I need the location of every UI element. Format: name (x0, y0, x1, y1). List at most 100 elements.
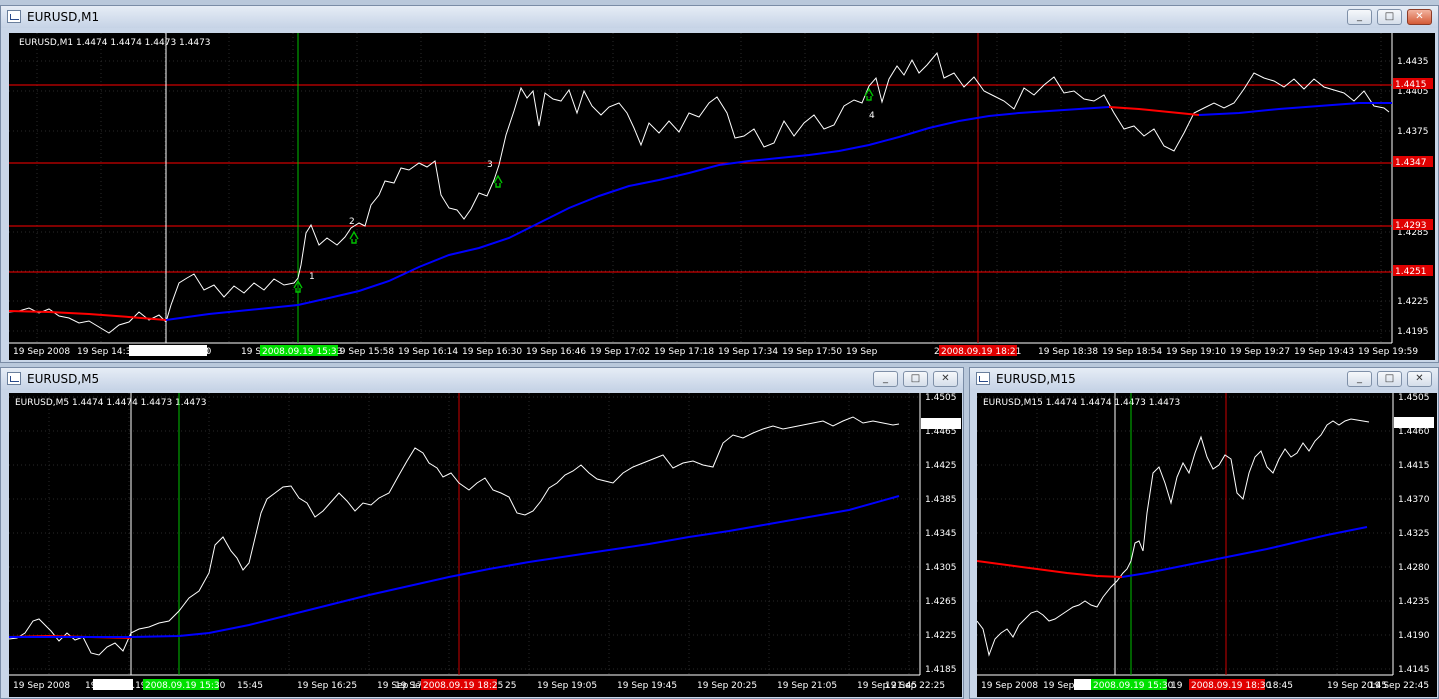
m1-time-label: 19 Sep 15:58 (334, 347, 394, 357)
m1-ma-up (165, 106, 1110, 321)
m15-chart-svg: EURUSD,M15 1.4474 1.4474 1.4473 1.4473 1… (977, 393, 1434, 691)
m15-price-label: 1.4505 (1398, 393, 1430, 403)
m15-price-line (977, 418, 1370, 657)
m1-time-label: 19 Sep 17:34 (718, 347, 778, 357)
m1-time-label: 19 Sep 14:3 (77, 347, 131, 357)
m1-chart-svg: EURUSD,M1 1.4474 1.4474 1.4473 1.4473 1 2… (9, 33, 1433, 357)
m5-time-label: 19 Sep 2008 (13, 681, 70, 691)
signal-number: 4 (869, 111, 875, 121)
m1-time-label: 19 Sep 17:50 (782, 347, 842, 357)
m5-price-line (9, 416, 900, 656)
maximize-button[interactable]: □ (903, 371, 928, 387)
m15-price-label: 1.4325 (1398, 529, 1430, 539)
m1-info: EURUSD,M1 1.4474 1.4474 1.4473 1.4473 (19, 38, 211, 48)
m15-price-label: 1.4280 (1398, 563, 1430, 573)
m1-time-label: 19 Sep 17:18 (654, 347, 714, 357)
m15-price-label: 1.4415 (1398, 461, 1430, 471)
signal-number: 1 (309, 272, 315, 282)
m5-time-label: 19 Sep 19:05 (537, 681, 597, 691)
m1-level-label: 1.4415 (1395, 80, 1427, 90)
m1-ma-up-right (1198, 102, 1392, 116)
m1-time-label: 19 Sep 19:27 (1230, 347, 1290, 357)
m1-time-label: 19 Sep 16:14 (398, 347, 458, 357)
minimize-button[interactable]: _ (873, 371, 898, 387)
m5-time-label: 19 Sep 20:25 (697, 681, 757, 691)
m1-time-label: 19 Sep 19:59 (1358, 347, 1418, 357)
m1-chart[interactable]: EURUSD,M1 1.4474 1.4474 1.4473 1.4473 1 2… (9, 33, 1435, 360)
m5-window: EURUSD,M5 _ □ ✕ EURUSD,M5 1.4474 1.4474 … (0, 367, 964, 699)
m1-vline-label: 2008.09.19 15:33 (262, 347, 342, 357)
m15-chart[interactable]: EURUSD,M15 1.4474 1.4474 1.4473 1.4473 1… (977, 393, 1437, 697)
m1-time-label: 19 Sep 2008 (13, 347, 70, 357)
m15-price-label: 1.4235 (1398, 597, 1430, 607)
m15-window: EURUSD,M15 _ □ ✕ EURUSD,M15 1.4474 1.447… (969, 367, 1439, 699)
maximize-button[interactable]: □ (1377, 371, 1402, 387)
m5-price-label: 1.4345 (925, 529, 957, 539)
m15-price-label: 1.4190 (1398, 631, 1430, 641)
close-button[interactable]: ✕ (1407, 9, 1432, 25)
maximize-button[interactable]: □ (1377, 9, 1402, 25)
m5-price-label: 1.4385 (925, 495, 957, 505)
m5-time-label: 19 Sep 16:25 (297, 681, 357, 691)
m15-titlebar[interactable]: EURUSD,M15 _ □ ✕ (970, 368, 1438, 390)
m15-vline-label-bg (1074, 679, 1092, 690)
signal-number: 3 (487, 160, 493, 170)
m5-price-label: 1.4265 (925, 597, 957, 607)
chart-window-icon (976, 372, 990, 385)
m1-time-label: 19 Sep 19:10 (1166, 347, 1226, 357)
m5-time-label: 19 Sep 19:45 (617, 681, 677, 691)
m5-info: EURUSD,M5 1.4474 1.4474 1.4473 1.4473 (15, 398, 207, 408)
m5-time-label: 19 Se (395, 681, 421, 691)
m5-time-label: 25 (505, 681, 516, 691)
m5-vline-label: 2008.09.19 18:25 (423, 681, 503, 691)
chart-window-icon (7, 372, 21, 385)
m5-vline-label: 2008.09.19 (95, 681, 147, 691)
m15-ma-up (1121, 526, 1368, 578)
m1-price-label: 1.4435 (1397, 57, 1429, 67)
m1-time-label: 19 Sep 18:38 (1038, 347, 1098, 357)
m5-price-label: 1.4225 (925, 631, 957, 641)
m15-price-label: 1.4370 (1398, 495, 1430, 505)
m5-price-label: 1.4505 (925, 393, 957, 403)
m1-titlebar[interactable]: EURUSD,M1 _ □ ✕ (1, 6, 1438, 28)
m5-price-label: 1.4305 (925, 563, 957, 573)
signal-number: 2 (349, 217, 355, 227)
m15-time-label: 19 Sep (1043, 681, 1075, 691)
close-button[interactable]: ✕ (933, 371, 958, 387)
m1-title: EURUSD,M1 (27, 10, 100, 24)
m1-ma-down-right (1108, 106, 1200, 116)
m1-time-label: 19 Sep 18:54 (1102, 347, 1162, 357)
m1-time-label: 19 Sep 16:30 (462, 347, 522, 357)
minimize-button[interactable]: _ (1347, 371, 1372, 387)
close-button[interactable]: ✕ (1407, 371, 1432, 387)
chart-window-icon (7, 10, 21, 23)
m5-chart[interactable]: EURUSD,M5 1.4474 1.4474 1.4473 1.4473 1.… (9, 393, 962, 697)
m5-titlebar[interactable]: EURUSD,M5 _ □ ✕ (1, 368, 963, 390)
m5-chart-svg: EURUSD,M5 1.4474 1.4474 1.4473 1.4473 1.… (9, 393, 961, 691)
m5-price-label: 1.4425 (925, 461, 957, 471)
m5-vline-label: 2008.09.19 15:30 (145, 681, 226, 691)
m1-vline-label: 2008.09.19 15:00 (131, 347, 212, 357)
m1-ma-down-left (9, 310, 167, 321)
m1-level-label: 1.4251 (1395, 267, 1427, 277)
m5-current-price: 1.4473 (923, 420, 955, 430)
m5-time-label: 15:45 (237, 681, 263, 691)
m15-info: EURUSD,M15 1.4474 1.4474 1.4473 1.4473 (983, 398, 1180, 408)
m1-level-label: 1.4293 (1395, 221, 1427, 231)
m5-time-label: 19 Sep 22:25 (885, 681, 945, 691)
m1-price-label: 1.4225 (1397, 297, 1429, 307)
m1-window: EURUSD,M1 _ □ ✕ EURUSD,M1 1.4474 1.4474 … (0, 5, 1439, 363)
m15-time-label: 19 Sep 22:45 (1369, 681, 1429, 691)
m15-title: EURUSD,M15 (996, 372, 1076, 386)
m15-price-label: 1.4145 (1398, 665, 1430, 675)
m5-price-label: 1.4185 (925, 665, 957, 675)
m15-current-price: 1.4473 (1396, 419, 1428, 429)
m1-price-label: 1.4195 (1397, 327, 1429, 337)
minimize-button[interactable]: _ (1347, 9, 1372, 25)
m5-title: EURUSD,M5 (27, 372, 100, 386)
m1-time-label: 19 Sep 19:43 (1294, 347, 1354, 357)
m1-time-label: 19 Sep 16:46 (526, 347, 586, 357)
m1-time-label: 19 Sep (846, 347, 878, 357)
m15-vline-label: 2008.09.19 18:30 (1191, 681, 1272, 691)
m1-vline-label: 2008.09.19 18:21 (941, 347, 1021, 357)
